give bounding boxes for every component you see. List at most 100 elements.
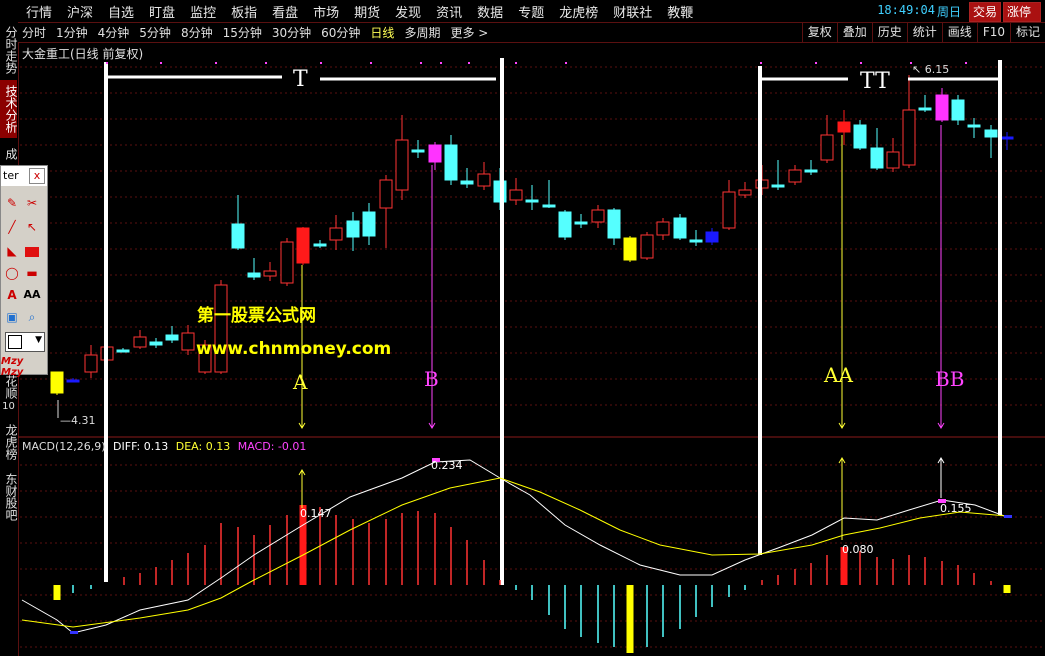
macd-histogram-bar (434, 513, 436, 585)
macd-histogram-bar (385, 519, 387, 585)
toolbox-title: ter x (1, 166, 47, 186)
candle-body (263, 270, 277, 277)
pen-icon[interactable]: ✎ (3, 194, 21, 212)
macd-histogram-bar (695, 585, 697, 617)
macd-histogram-bar (139, 573, 141, 585)
zoom-icon[interactable]: ⌕ (23, 308, 41, 326)
candle-body (346, 220, 360, 238)
eraser-icon[interactable]: ✂ (23, 194, 41, 212)
macd-histogram-bar (531, 585, 533, 600)
macd-histogram-bar (450, 527, 452, 585)
candle-body (165, 334, 179, 341)
macd-value: MACD: -0.01 (237, 440, 307, 453)
candle-body (280, 241, 294, 284)
rectangle-icon[interactable] (23, 242, 41, 260)
candle-body (870, 147, 884, 169)
font-icon[interactable]: AA (23, 286, 41, 304)
macd-histogram-bar (613, 585, 615, 647)
candle-body (640, 234, 654, 259)
signal-dot (320, 62, 322, 64)
label-TT: TT (860, 69, 890, 94)
candle-body (542, 204, 556, 208)
color-picker[interactable]: ▼ (5, 332, 45, 352)
macd-histogram-bar (466, 540, 468, 585)
candle-body (50, 371, 64, 394)
candle-body (411, 149, 425, 153)
line-icon[interactable]: ╱ (3, 218, 21, 236)
triangle-icon[interactable]: ◣ (3, 242, 21, 260)
candle-body (116, 349, 130, 353)
candle-body (149, 341, 163, 346)
macd-histogram-bar (580, 585, 582, 637)
arrow-icon[interactable]: ↖ (23, 218, 41, 236)
macd-histogram-bar (548, 585, 550, 615)
candle-body (428, 144, 442, 163)
macd-histogram-bar (171, 560, 173, 585)
candle-body (951, 99, 965, 121)
macd-histogram-bar (155, 567, 157, 585)
macd-dea: DEA: 0.13 (175, 440, 231, 453)
candlestick-chart[interactable]: T TT ↖ 6.15—4.31第一股票公式网www.chnmoney.comA B A… (0, 0, 1045, 656)
signal-dot (815, 62, 817, 64)
candle-body (296, 227, 310, 264)
ellipse-icon[interactable]: ◯ (3, 264, 21, 282)
macd-histogram-bar (646, 585, 648, 647)
macd-histogram-bar (1003, 585, 1011, 593)
macd-histogram-bar (187, 553, 189, 585)
macd-histogram-bar (876, 557, 878, 585)
macd-histogram-bar (957, 565, 959, 585)
macd-histogram-bar (335, 515, 337, 585)
macd-histogram-bar (204, 545, 206, 585)
macd-histogram-bar (515, 585, 517, 590)
candle-body (788, 169, 802, 183)
macd-histogram-bar (401, 513, 403, 585)
close-icon[interactable]: x (29, 168, 45, 184)
macd-histogram-bar (220, 523, 222, 585)
text-icon[interactable]: A (3, 286, 21, 304)
candle-body (591, 209, 605, 223)
macd-histogram-bar (597, 585, 599, 643)
label-A: A (292, 370, 308, 394)
label-AA: AA (823, 363, 853, 387)
watermark-title: 第一股票公式网 (197, 305, 316, 326)
image-icon[interactable]: ▣ (3, 308, 21, 326)
signal-dot (215, 62, 217, 64)
candle-body (689, 239, 703, 243)
signal-dot (440, 62, 442, 64)
macd-label: MACD(12,26,9) (22, 440, 106, 453)
macd-histogram-bar (744, 585, 746, 590)
candle-body (1000, 136, 1014, 140)
macd-histogram-bar (892, 559, 894, 585)
macd-histogram-bar (810, 563, 812, 585)
macd-value-label: 0.155 (940, 502, 972, 515)
candle-body (738, 189, 752, 196)
high-price-label: ↖ 6.15 (912, 63, 949, 76)
candle-body (820, 134, 834, 161)
signal-dot (965, 62, 967, 64)
macd-histogram-bar (483, 560, 485, 585)
macd-histogram-bar (253, 535, 255, 585)
candle-body (444, 144, 458, 181)
watermark-url: www.chnmoney.com (196, 339, 391, 359)
signal-dot (565, 62, 567, 64)
lines-icon[interactable]: ▬ (23, 264, 41, 282)
signal-dot (160, 62, 162, 64)
candle-body (329, 227, 343, 241)
macd-value-label: 0.080 (842, 543, 874, 556)
candle-body (231, 223, 245, 249)
macd-legend: MACD(12,26,9) DIFF: 0.13 DEA: 0.13 MACD:… (22, 440, 306, 453)
label-BB: BB (935, 367, 964, 391)
macd-histogram-bar (777, 575, 779, 585)
candle-body (247, 272, 261, 278)
signal-dot (265, 62, 267, 64)
label-B: B (424, 367, 439, 391)
signal-dot (420, 62, 422, 64)
macd-trough-marker (1004, 515, 1012, 518)
chevron-down-icon[interactable]: ▼ (35, 335, 42, 345)
macd-histogram-bar (368, 523, 370, 585)
candle-body (853, 124, 867, 149)
candle-body (886, 151, 900, 169)
macd-value-label: 0.147 (300, 507, 332, 520)
style-label: Mzy Mzy (1, 356, 24, 378)
candle-body (477, 173, 491, 187)
